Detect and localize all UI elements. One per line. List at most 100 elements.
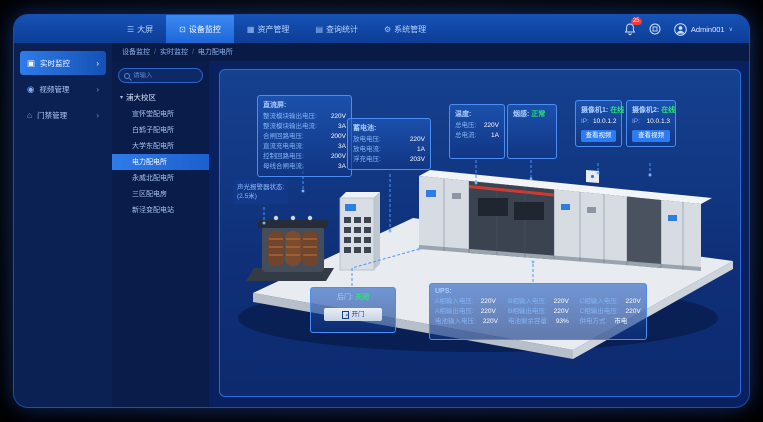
sidebar-item-video-management[interactable]: ◉ 视频管理 › [20, 77, 106, 101]
field-label: A相输出电压: [435, 307, 474, 317]
status-badge: 在线 [610, 107, 624, 114]
tree-root-node[interactable]: ▾ 浦大校区 [112, 89, 209, 106]
field-value: 220V [481, 297, 496, 307]
alarm-line2: (2.5米) [237, 192, 284, 201]
open-door-button[interactable]: 开门 [324, 308, 382, 321]
main-content: 直流屏: 整流模块输出电压:220V 整流模块输出电流:3A 合闸回路电压:20… [209, 61, 749, 407]
open-door-label: 开门 [352, 308, 365, 321]
search-input[interactable] [133, 72, 193, 79]
tree-node[interactable]: 大学东配电所 [112, 138, 209, 154]
field-value: 3A [338, 142, 346, 152]
field-label: 总电流: [455, 131, 476, 141]
field-value: 1A [417, 145, 425, 155]
field-label: 整流模块输出电流: [263, 122, 317, 132]
nav-item-asset[interactable]: ▦ 资产管理 [234, 15, 303, 43]
user-name: Admin001 [691, 25, 725, 34]
alarm-line1: 声光报警器状态: [237, 183, 284, 192]
sidebar-item-realtime-monitor[interactable]: ▣ 实时监控 › [20, 51, 106, 75]
tree-node[interactable]: 白鹤子配电所 [112, 122, 209, 138]
door-panel: 后门: 关闭 开门 [310, 287, 396, 333]
field-label: B相输入电压: [508, 297, 547, 307]
breadcrumb-separator: / [154, 49, 156, 56]
breadcrumb: 设备监控 / 实时监控 / 电力配电所 [112, 43, 749, 61]
field-value: 220V [484, 121, 499, 131]
temperature-panel: 温度: 总电压:220V 总电流:1A [449, 104, 505, 159]
sidebar-item-access-control[interactable]: ⌂ 门禁管理 › [20, 103, 106, 127]
nav-item-label: 大屏 [137, 24, 153, 35]
tree-node[interactable]: 宣怀堂配电所 [112, 106, 209, 122]
field-value: 220V [554, 297, 569, 307]
tree-search[interactable] [118, 68, 203, 83]
left-sidebar: ▣ 实时监控 › ◉ 视频管理 › ⌂ 门禁管理 › [14, 43, 112, 407]
tree-node[interactable]: 三区配电房 [112, 186, 209, 202]
field-label: C相输入电压: [580, 297, 619, 307]
nav-item-system[interactable]: ⚙ 系统管理 [371, 15, 439, 43]
field-value: 220V [554, 307, 569, 317]
ip-value: 10.0.1.2 [593, 117, 617, 127]
view-video-button[interactable]: 查看视频 [581, 130, 616, 142]
ups-column-c: C相输入电压:220V C相输出电压:220V 供电方式:市电 [580, 297, 642, 327]
breadcrumb-item[interactable]: 设备监控 [122, 47, 150, 57]
field-value: 220V [481, 307, 496, 317]
camera2-panel: 摄像机2: 在线 IP:10.0.1.3 查看视频 [626, 100, 676, 147]
smoke-sensor-panel: 烟感: 正常 [507, 104, 557, 159]
nav-item-device-monitor[interactable]: ⊡ 设备监控 [166, 15, 234, 43]
search-icon [124, 73, 130, 79]
ups-column-b: B相输入电压:220V B相输出电压:220V 电池剩余容量:93% [508, 297, 570, 327]
bigscreen-icon: ☰ [127, 25, 134, 34]
substation-stage: 直流屏: 整流模块输出电压:220V 整流模块输出电流:3A 合闸回路电压:20… [219, 69, 741, 397]
notifications-button[interactable]: 25 [624, 23, 636, 36]
video-icon: ◉ [27, 84, 34, 95]
tree-caret-icon: ▾ [120, 94, 123, 101]
chevron-right-icon: › [96, 85, 99, 94]
notification-badge: 25 [631, 18, 642, 25]
breadcrumb-separator: / [192, 49, 194, 56]
nav-item-label: 设备监控 [189, 24, 221, 35]
ups-column-a: A相输入电压:220V A相输出电压:220V 电池输入电压:220V [435, 297, 498, 327]
field-label: 合闸回路电压: [263, 132, 304, 142]
field-value: 市电 [614, 317, 627, 327]
door-icon [342, 311, 349, 319]
query-icon: ▤ [315, 25, 323, 34]
top-navbar: ☰ 大屏 ⊡ 设备监控 ▦ 资产管理 ▤ 查询统计 ⚙ 系统管理 25 [14, 15, 749, 43]
tree-node-selected[interactable]: 电力配电所 [112, 154, 209, 170]
transformer [246, 216, 334, 281]
user-menu[interactable]: Admin001 ∨ [674, 23, 733, 36]
field-value: 220V [626, 307, 641, 317]
asset-icon: ▦ [247, 25, 255, 34]
app-window: ☰ 大屏 ⊡ 设备监控 ▦ 资产管理 ▤ 查询统计 ⚙ 系统管理 25 [14, 15, 749, 407]
fullscreen-icon[interactable] [649, 23, 661, 35]
nav-item-query[interactable]: ▤ 查询统计 [302, 15, 371, 43]
sidebar-item-label: 实时监控 [40, 58, 70, 69]
nav-item-label: 查询统计 [326, 24, 358, 35]
chevron-right-icon: › [96, 111, 99, 120]
nav-item-bigscreen[interactable]: ☰ 大屏 [114, 15, 166, 43]
breadcrumb-item[interactable]: 电力配电所 [198, 47, 233, 57]
field-value: 3A [338, 162, 346, 172]
access-control-icon: ⌂ [27, 110, 32, 120]
nav-item-label: 系统管理 [394, 24, 426, 35]
system-icon: ⚙ [384, 25, 391, 34]
chevron-right-icon: › [96, 59, 99, 68]
status-badge: 正常 [531, 111, 545, 118]
field-value: 203V [410, 155, 425, 165]
view-video-button[interactable]: 查看视频 [632, 130, 670, 142]
field-value: 200V [331, 132, 346, 142]
caret-down-icon: ∨ [729, 26, 733, 33]
panel-title: 温度: [455, 109, 499, 119]
field-value: 220V [483, 317, 498, 327]
panel-title: 直流屏: [263, 100, 346, 110]
navbar-right: 25 Admin001 ∨ [624, 15, 749, 43]
field-value: 93% [556, 317, 569, 327]
equipment-3d-scene [228, 168, 734, 383]
field-value: 1A [491, 131, 499, 141]
tree-node[interactable]: 新泾变配电站 [112, 202, 209, 218]
alarm-status-label: 声光报警器状态: (2.5米) [233, 180, 288, 204]
tree-node[interactable]: 永威北配电所 [112, 170, 209, 186]
dc-screen-panel: 直流屏: 整流模块输出电压:220V 整流模块输出电流:3A 合闸回路电压:20… [257, 95, 352, 177]
realtime-monitor-icon: ▣ [27, 58, 35, 69]
sidebar-item-label: 视频管理 [39, 84, 69, 95]
nav-item-label: 资产管理 [257, 24, 289, 35]
breadcrumb-item[interactable]: 实时监控 [160, 47, 188, 57]
wall-sensor [586, 170, 599, 183]
